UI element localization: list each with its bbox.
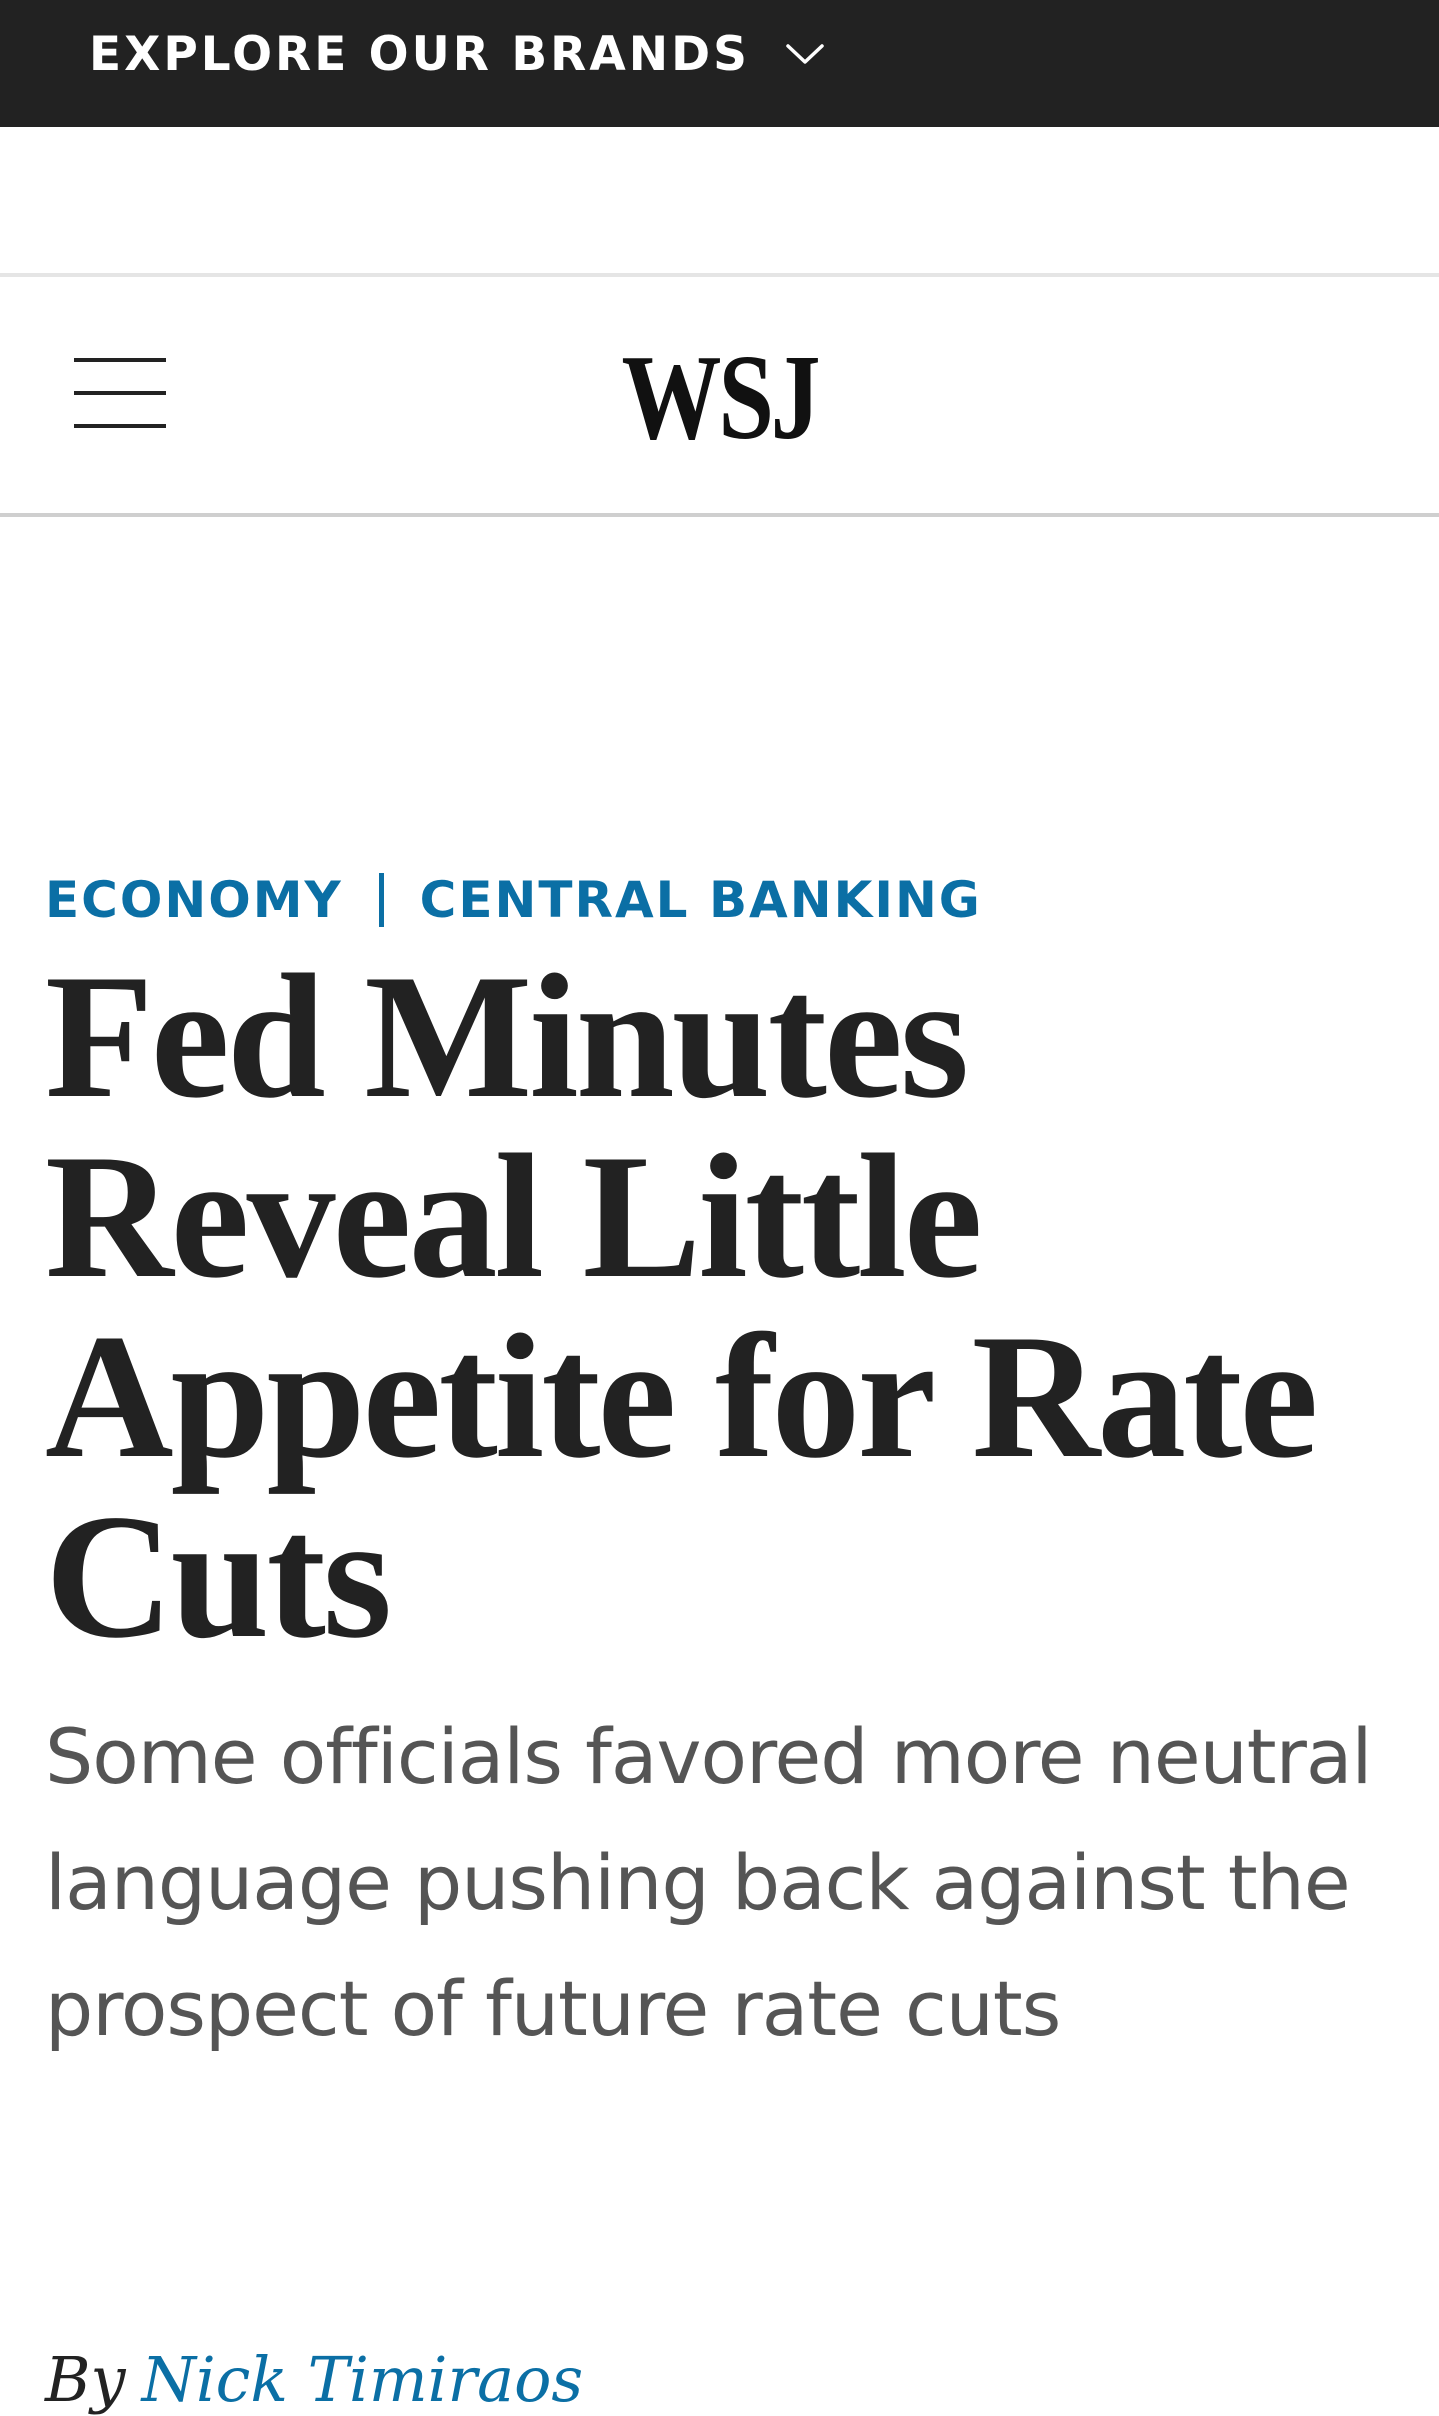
site-header: WSJ <box>0 273 1439 517</box>
ad-slot <box>0 127 1439 273</box>
wsj-logo[interactable]: WSJ <box>130 333 1310 463</box>
explore-brands-button[interactable]: EXPLORE OUR BRANDS <box>89 22 824 86</box>
article-headline: Fed Minutes Reveal Little Appetite for R… <box>45 937 1318 1675</box>
byline-prefix: By <box>45 2343 126 2416</box>
byline: By Nick Timiraos <box>45 2330 583 2416</box>
section-link-central-banking[interactable]: CENTRAL BANKING <box>420 871 982 929</box>
explore-brands-label: EXPLORE OUR BRANDS <box>89 26 750 82</box>
article-header: ECONOMY CENTRAL BANKING Fed Minutes Reve… <box>45 860 1415 2072</box>
section-kicker: ECONOMY CENTRAL BANKING <box>45 860 1415 940</box>
brands-bar: EXPLORE OUR BRANDS <box>0 0 1439 127</box>
section-link-economy[interactable]: ECONOMY <box>45 871 343 929</box>
kicker-divider <box>378 873 384 927</box>
author-link[interactable]: Nick Timiraos <box>142 2343 584 2416</box>
chevron-down-icon <box>786 44 824 64</box>
article-dek: Some officials favored more neutral lang… <box>45 1712 1373 2053</box>
